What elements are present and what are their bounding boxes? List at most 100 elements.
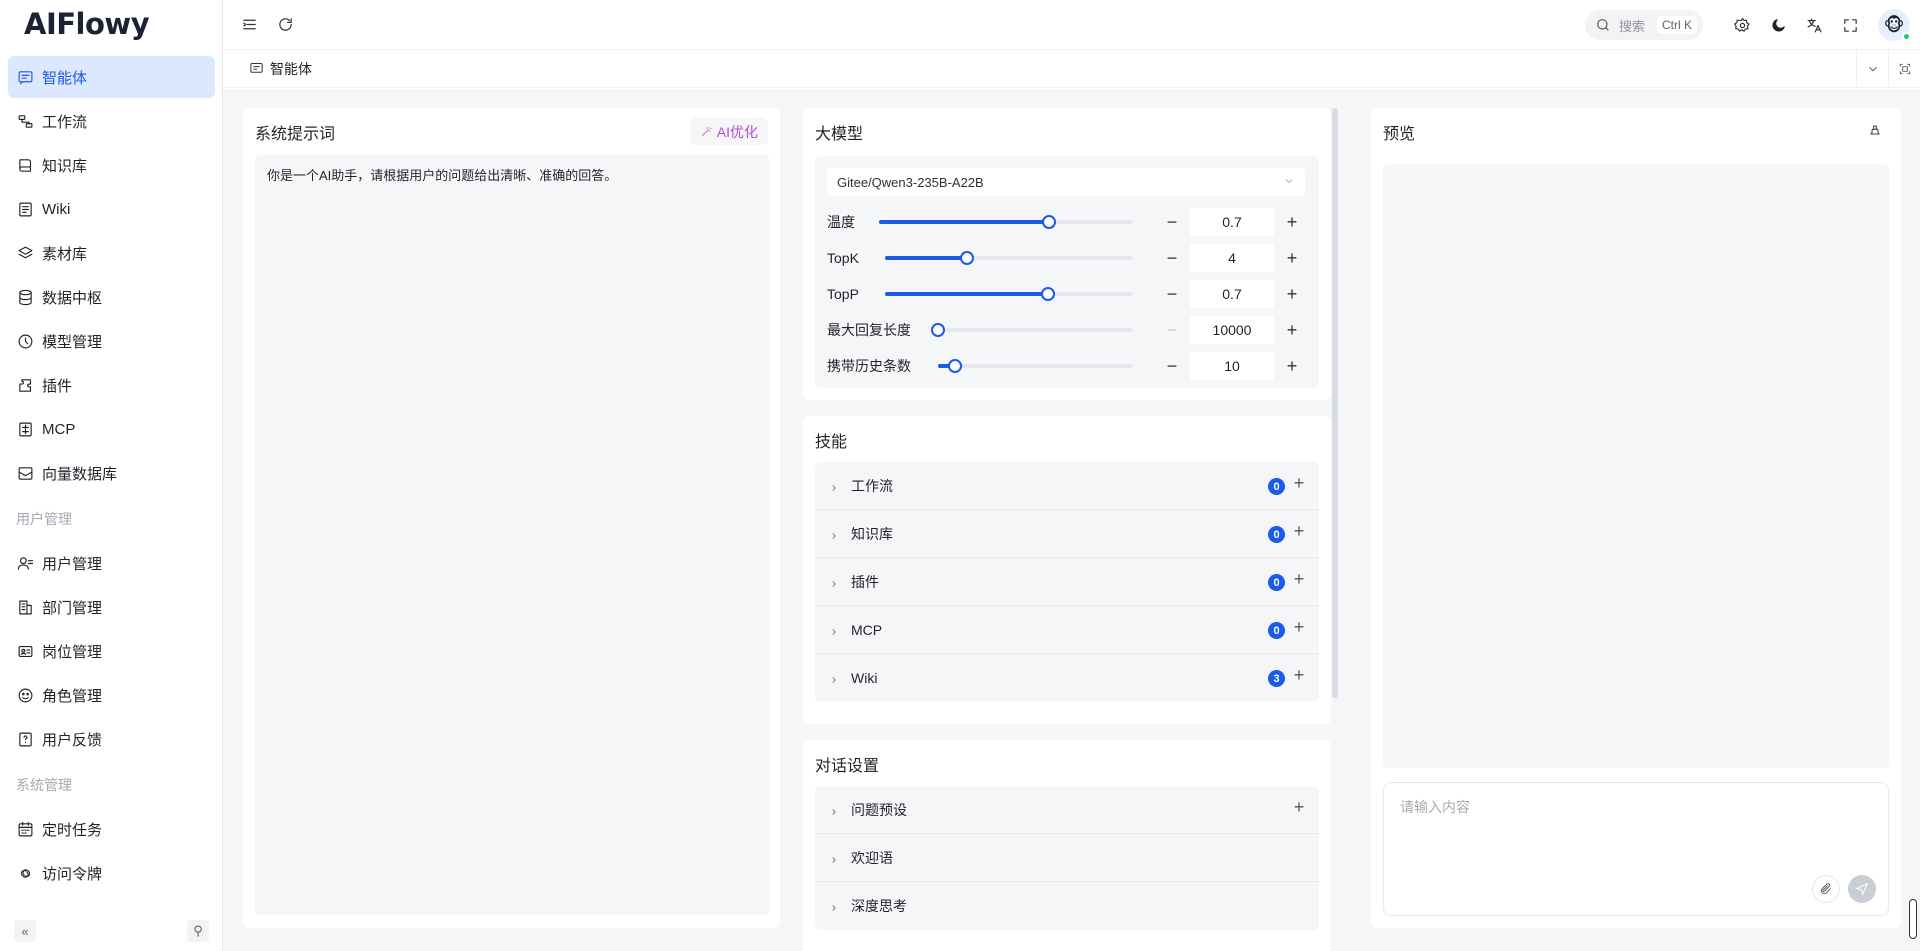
skill-item-mcp[interactable]: MCP 0 + bbox=[815, 606, 1319, 654]
increment-button[interactable]: + bbox=[1278, 208, 1306, 236]
param-history-count: 携带历史条数 − 10 + bbox=[827, 352, 1307, 380]
ai-optimize-button[interactable]: AI优化 bbox=[689, 118, 768, 145]
sidebar-item-assets[interactable]: 素材库 bbox=[8, 232, 215, 274]
slider-knob[interactable] bbox=[959, 251, 974, 265]
chevron-right-icon bbox=[829, 624, 841, 636]
topp-value[interactable]: 0.7 bbox=[1190, 280, 1274, 308]
sidebar-item-wiki[interactable]: Wiki bbox=[8, 188, 215, 230]
system-prompt-textarea[interactable]: 你是一个AI助手，请根据用户的问题给出清晰、准确的回答。 bbox=[255, 155, 770, 915]
increment-button[interactable]: + bbox=[1278, 352, 1306, 380]
dialog-item-deep-thinking[interactable]: 深度思考 bbox=[815, 882, 1319, 930]
add-preset-question-button[interactable]: + bbox=[1291, 798, 1307, 816]
avatar[interactable]: 🐵 bbox=[1878, 9, 1911, 41]
sidebar-item-vector-db[interactable]: 向量数据库 bbox=[8, 452, 215, 494]
sidebar-item-feedback[interactable]: 用户反馈 bbox=[8, 718, 215, 760]
send-button[interactable] bbox=[1848, 875, 1876, 903]
send-icon bbox=[1855, 882, 1869, 896]
sidebar-item-roles[interactable]: 角色管理 bbox=[8, 674, 215, 716]
decrement-button[interactable]: − bbox=[1158, 208, 1186, 236]
screenshot-icon[interactable] bbox=[1888, 50, 1920, 87]
decrement-button[interactable]: − bbox=[1158, 280, 1186, 308]
search-input[interactable]: 搜索 Ctrl K bbox=[1585, 10, 1703, 40]
sidebar-item-positions[interactable]: 岗位管理 bbox=[8, 630, 215, 672]
sidebar-item-label: 部门管理 bbox=[42, 599, 103, 617]
max-length-slider[interactable] bbox=[931, 323, 1132, 337]
menu-toggle-icon[interactable] bbox=[235, 11, 263, 39]
sidebar-item-departments[interactable]: 部门管理 bbox=[8, 586, 215, 628]
topp-slider[interactable] bbox=[885, 287, 1132, 301]
refresh-icon[interactable] bbox=[271, 11, 299, 39]
attach-button[interactable] bbox=[1812, 875, 1840, 903]
model-settings: Gitee/Qwen3-235B-A22B 温度 − 0.7 + TopK − … bbox=[815, 156, 1319, 388]
max-length-value[interactable]: 10000 bbox=[1190, 316, 1274, 344]
search-placeholder: 搜索 bbox=[1619, 18, 1646, 34]
page-scrollbar[interactable] bbox=[1909, 899, 1917, 939]
add-wiki-button[interactable]: + bbox=[1291, 666, 1307, 684]
skill-item-workflow[interactable]: 工作流 0 + bbox=[815, 462, 1319, 510]
sidebar-item-label: 用户反馈 bbox=[42, 731, 103, 749]
slider-knob[interactable] bbox=[948, 359, 963, 373]
increment-button[interactable]: + bbox=[1278, 316, 1306, 344]
pin-icon[interactable]: ⚲ bbox=[187, 920, 209, 942]
temperature-stepper: − 0.7 + bbox=[1158, 208, 1306, 236]
dialog-item-preset-questions[interactable]: 问题预设 + bbox=[815, 786, 1319, 834]
sidebar-item-mcp[interactable]: MCP bbox=[8, 408, 215, 450]
chevron-right-icon bbox=[829, 852, 841, 864]
add-workflow-button[interactable]: + bbox=[1291, 474, 1307, 492]
decrement-button[interactable]: − bbox=[1158, 352, 1186, 380]
add-mcp-button[interactable]: + bbox=[1291, 618, 1307, 636]
skill-item-knowledge[interactable]: 知识库 0 + bbox=[815, 510, 1319, 558]
plugin-icon bbox=[16, 376, 34, 394]
sidebar-item-workflow[interactable]: 工作流 bbox=[8, 100, 215, 142]
skill-label: Wiki bbox=[851, 670, 878, 686]
model-select[interactable]: Gitee/Qwen3-235B-A22B bbox=[827, 168, 1305, 196]
increment-button[interactable]: + bbox=[1278, 280, 1306, 308]
sidebar-item-model[interactable]: 模型管理 bbox=[8, 320, 215, 362]
config-scrollbar[interactable] bbox=[1331, 108, 1339, 698]
decrement-button[interactable]: − bbox=[1158, 244, 1186, 272]
chevron-right-icon bbox=[829, 900, 841, 912]
slider-knob[interactable] bbox=[1041, 215, 1056, 229]
topbar-actions: 🐵 bbox=[1728, 0, 1920, 50]
scrollbar-thumb[interactable] bbox=[1332, 108, 1338, 698]
fullscreen-icon[interactable] bbox=[1836, 11, 1864, 39]
chat-input[interactable]: 请输入内容 bbox=[1383, 782, 1889, 916]
topk-slider[interactable] bbox=[885, 251, 1132, 265]
topk-value[interactable]: 4 bbox=[1190, 244, 1274, 272]
skills-card: 技能 工作流 0 + 知识库 0 + 插件 0 + MCP 0 + Wiki 3… bbox=[803, 416, 1331, 724]
sidebar-item-plugin[interactable]: 插件 bbox=[8, 364, 215, 406]
sidebar-item-agent[interactable]: 智能体 bbox=[8, 56, 215, 98]
sidebar-item-knowledge[interactable]: 知识库 bbox=[8, 144, 215, 186]
temperature-value[interactable]: 0.7 bbox=[1190, 208, 1274, 236]
system-prompt-title: 系统提示词 bbox=[255, 126, 336, 143]
collapse-sidebar-icon[interactable]: « bbox=[14, 920, 36, 942]
dialog-item-welcome[interactable]: 欢迎语 bbox=[815, 834, 1319, 882]
skill-item-wiki[interactable]: Wiki 3 + bbox=[815, 654, 1319, 702]
dark-mode-icon[interactable] bbox=[1764, 11, 1792, 39]
role-icon bbox=[16, 686, 34, 704]
count-badge: 0 bbox=[1268, 574, 1285, 591]
slider-knob[interactable] bbox=[931, 323, 945, 337]
sidebar-item-scheduled-tasks[interactable]: 定时任务 bbox=[8, 808, 215, 850]
history-count-slider[interactable] bbox=[938, 359, 1132, 373]
sidebar-item-users[interactable]: 用户管理 bbox=[8, 542, 215, 584]
history-count-value[interactable]: 10 bbox=[1190, 352, 1274, 380]
decrement-button[interactable]: − bbox=[1158, 316, 1186, 344]
clear-chat-icon[interactable] bbox=[1867, 122, 1883, 138]
layers-icon bbox=[16, 244, 34, 262]
nav-group-user: 用户管理 bbox=[16, 511, 72, 527]
temperature-slider[interactable] bbox=[879, 215, 1132, 229]
slider-knob[interactable] bbox=[1041, 287, 1056, 301]
chat-input-placeholder: 请输入内容 bbox=[1400, 799, 1470, 815]
app-logo[interactable]: AIFlowy bbox=[24, 7, 150, 41]
increment-button[interactable]: + bbox=[1278, 244, 1306, 272]
add-plugin-button[interactable]: + bbox=[1291, 570, 1307, 588]
translate-icon[interactable] bbox=[1800, 11, 1828, 39]
sidebar-item-data-hub[interactable]: 数据中枢 bbox=[8, 276, 215, 318]
add-knowledge-button[interactable]: + bbox=[1291, 522, 1307, 540]
settings-icon[interactable] bbox=[1728, 11, 1756, 39]
chevron-down-icon[interactable] bbox=[1856, 50, 1888, 87]
sidebar-item-access-tokens[interactable]: 访问令牌 bbox=[8, 852, 215, 894]
tab-agent[interactable]: 智能体 bbox=[249, 59, 312, 79]
skill-item-plugin[interactable]: 插件 0 + bbox=[815, 558, 1319, 606]
